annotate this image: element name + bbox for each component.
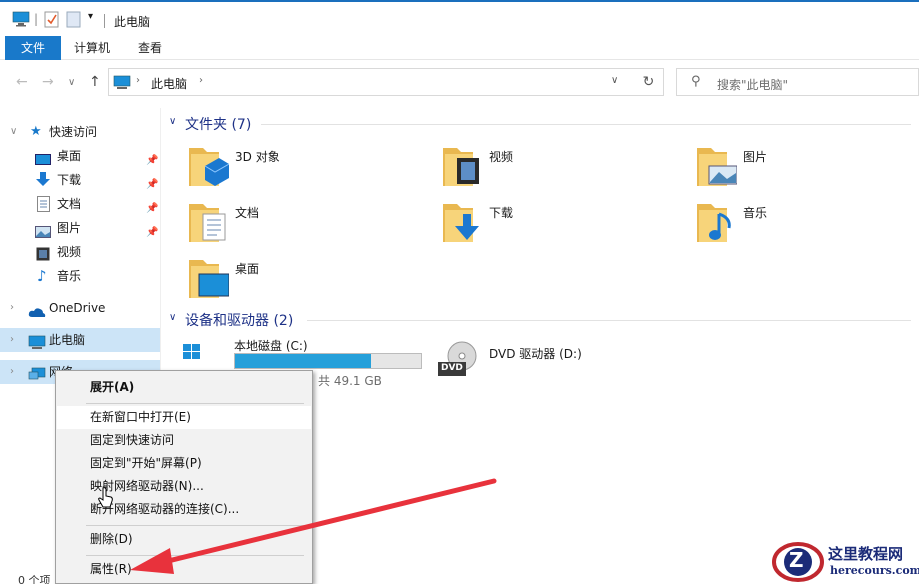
music-folder-icon[interactable]: [697, 200, 737, 242]
breadcrumb-chevron-icon[interactable]: ›: [136, 75, 140, 86]
collapse-chevron-icon[interactable]: ∨: [169, 312, 176, 323]
recent-chevron-icon[interactable]: ∨: [68, 77, 75, 88]
window-title: 此电脑: [114, 15, 151, 29]
menu-item-pin-start[interactable]: 固定到"开始"屏幕(P): [57, 452, 311, 475]
ribbon-tabs: 文件 计算机 查看: [0, 36, 919, 60]
properties-check-icon[interactable]: [44, 11, 60, 32]
devices-group-header[interactable]: 设备和驱动器 (2): [185, 310, 293, 330]
3d-objects-folder-icon[interactable]: [189, 144, 230, 186]
menu-separator: [86, 555, 304, 556]
sidebar-item-onedrive[interactable]: › OneDrive: [0, 296, 160, 320]
network-icon: [28, 365, 46, 389]
computer-icon: [12, 11, 30, 30]
menu-item-properties[interactable]: 属性(R): [57, 558, 311, 581]
expand-chevron-icon[interactable]: ∨: [10, 120, 17, 144]
documents-folder-icon[interactable]: [189, 200, 229, 242]
group-divider: [307, 320, 911, 321]
search-input[interactable]: ⚲ 搜索"此电脑": [676, 68, 919, 96]
new-folder-icon[interactable]: [66, 11, 82, 32]
sidebar-item-label: OneDrive: [49, 301, 106, 315]
watermark-logo: Z 这里教程网 herecours.com: [770, 540, 919, 584]
sidebar-item-videos[interactable]: 视频: [0, 240, 160, 264]
star-icon: ★: [30, 124, 42, 139]
menu-item-open-new-window[interactable]: 在新窗口中打开(E): [57, 406, 311, 429]
tab-computer[interactable]: 计算机: [62, 36, 122, 60]
sidebar-item-downloads[interactable]: 下载 📌: [0, 168, 160, 192]
sidebar-item-label: 视频: [57, 245, 82, 259]
refresh-button[interactable]: ↻: [634, 68, 664, 96]
folder-label-downloads[interactable]: 下载: [489, 204, 513, 221]
sidebar-item-label: 图片: [57, 221, 82, 235]
sidebar-item-music[interactable]: ♪ 音乐: [0, 264, 160, 288]
back-arrow-icon[interactable]: ←: [16, 74, 28, 90]
folder-label-videos[interactable]: 视频: [489, 148, 513, 165]
search-placeholder: 搜索"此电脑": [717, 78, 789, 92]
folder-label-desktop[interactable]: 桌面: [235, 260, 259, 277]
videos-folder-icon[interactable]: [443, 144, 483, 186]
watermark-title: 这里教程网: [828, 545, 904, 563]
sidebar-item-pictures[interactable]: 图片 📌: [0, 216, 160, 240]
computer-icon: [28, 333, 46, 357]
tab-view[interactable]: 查看: [126, 36, 174, 60]
expand-chevron-icon[interactable]: ›: [10, 296, 14, 320]
address-dropdown-icon[interactable]: ∨: [611, 75, 618, 86]
menu-item-pin-quick-access[interactable]: 固定到快速访问: [57, 429, 311, 452]
computer-icon: [113, 75, 131, 93]
dvd-drive-icon[interactable]: DVD: [438, 340, 484, 383]
sidebar-item-documents[interactable]: 文档 📌: [0, 192, 160, 216]
hand-cursor-icon: [98, 487, 114, 512]
status-item-count: 0 个项: [18, 574, 51, 584]
sidebar-item-label: 快速访问: [49, 125, 98, 139]
watermark-letter: Z: [789, 548, 804, 572]
dropdown-chevron-icon[interactable]: ▾: [88, 11, 93, 22]
menu-separator: [86, 525, 304, 526]
drive-c-usage-fill: [235, 354, 371, 368]
menu-item-disconnect-network-drive[interactable]: 断开网络驱动器的连接(C)...: [57, 498, 311, 521]
group-divider: [261, 124, 911, 125]
tab-file[interactable]: 文件: [5, 36, 61, 60]
dvd-badge: DVD: [441, 363, 463, 373]
search-icon: ⚲: [691, 74, 701, 89]
menu-item-delete[interactable]: 删除(D): [57, 528, 311, 551]
cloud-icon: [28, 302, 46, 326]
context-menu: 展开(A) 在新窗口中打开(E) 固定到快速访问 固定到"开始"屏幕(P) 映射…: [55, 370, 313, 584]
address-field[interactable]: › 此电脑 › ∨: [108, 68, 664, 96]
breadcrumb-this-pc[interactable]: 此电脑: [151, 75, 187, 92]
breadcrumb-chevron-icon[interactable]: ›: [199, 75, 203, 86]
menu-item-map-network-drive[interactable]: 映射网络驱动器(N)...: [57, 475, 311, 498]
downloads-folder-icon[interactable]: [443, 200, 483, 242]
folder-label-pictures[interactable]: 图片: [743, 148, 767, 165]
menu-separator: [86, 403, 304, 404]
folder-label-documents[interactable]: 文档: [235, 204, 259, 221]
sidebar-item-label: 此电脑: [49, 333, 86, 347]
menu-item-expand[interactable]: 展开(A): [57, 376, 311, 399]
collapse-chevron-icon[interactable]: ∨: [169, 116, 176, 127]
expand-chevron-icon[interactable]: ›: [10, 328, 14, 352]
separator-icon: |: [34, 12, 39, 26]
sidebar-item-label: 音乐: [57, 269, 82, 283]
sidebar-item-quick-access[interactable]: ∨ ★ 快速访问: [0, 120, 160, 144]
title-divider: [104, 14, 105, 28]
drive-c-usage-bar: [234, 353, 422, 369]
folder-label-music[interactable]: 音乐: [743, 204, 767, 221]
expand-chevron-icon[interactable]: ›: [10, 360, 14, 384]
sidebar-item-this-pc[interactable]: › 此电脑: [0, 328, 160, 352]
pictures-folder-icon[interactable]: [697, 144, 738, 186]
watermark-url: herecours.com: [830, 564, 919, 577]
folder-label-3d-objects[interactable]: 3D 对象: [235, 148, 280, 165]
sidebar-item-label: 下载: [57, 173, 82, 187]
sidebar-item-label: 桌面: [57, 149, 82, 163]
title-bar: | ▾ 此电脑: [0, 0, 919, 36]
drive-c-label[interactable]: 本地磁盘 (C:): [234, 337, 308, 354]
refresh-icon: ↻: [642, 74, 655, 90]
music-note-icon: ♪: [37, 267, 47, 285]
folders-group-header[interactable]: 文件夹 (7): [185, 114, 251, 134]
drive-d-label[interactable]: DVD 驱动器 (D:): [489, 345, 582, 362]
sidebar-item-label: 文档: [57, 197, 82, 211]
sidebar-item-desktop[interactable]: 桌面 📌: [0, 144, 160, 168]
forward-arrow-icon[interactable]: →: [42, 74, 54, 90]
desktop-folder-icon[interactable]: [189, 256, 230, 298]
up-arrow-icon[interactable]: ↑: [89, 74, 101, 90]
drive-c-size: 共 49.1 GB: [318, 374, 382, 388]
